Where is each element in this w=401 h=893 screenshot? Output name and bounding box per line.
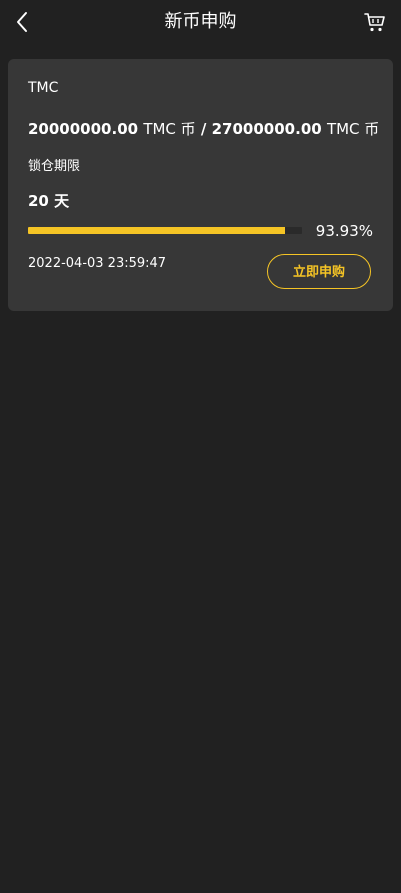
page-title: 新币申购: [164, 11, 237, 32]
subscribe-now-button[interactable]: 立即申购: [267, 254, 371, 289]
page: 新币申购 TMC 20000000.00 TMC 币 / 27000000.00…: [0, 0, 401, 893]
header: 新币申购: [0, 0, 401, 44]
progress-percent: 93.93%: [315, 222, 373, 240]
end-date: 2022-04-03 23:59:47: [28, 256, 167, 271]
amount-separator: /: [200, 120, 207, 138]
subscribed-amount: 20000000.00: [28, 120, 139, 138]
total-amount: 27000000.00: [211, 120, 322, 138]
total-amount-unit: TMC 币: [326, 120, 380, 138]
cart-icon: [364, 13, 385, 32]
lock-period-label: 锁仓期限: [28, 159, 81, 174]
progress-bar: [28, 227, 302, 234]
coin-name: TMC: [28, 80, 59, 96]
subscription-amounts: 20000000.00 TMC 币 / 27000000.00 TMC 币: [28, 119, 379, 139]
cart-button[interactable]: [363, 10, 387, 34]
lock-period-value: 20 天: [28, 192, 70, 210]
subscribed-amount-unit: TMC 币: [143, 120, 196, 138]
progress-fill: [28, 227, 286, 234]
subscription-card: TMC 20000000.00 TMC 币 / 27000000.00 TMC …: [8, 59, 393, 311]
